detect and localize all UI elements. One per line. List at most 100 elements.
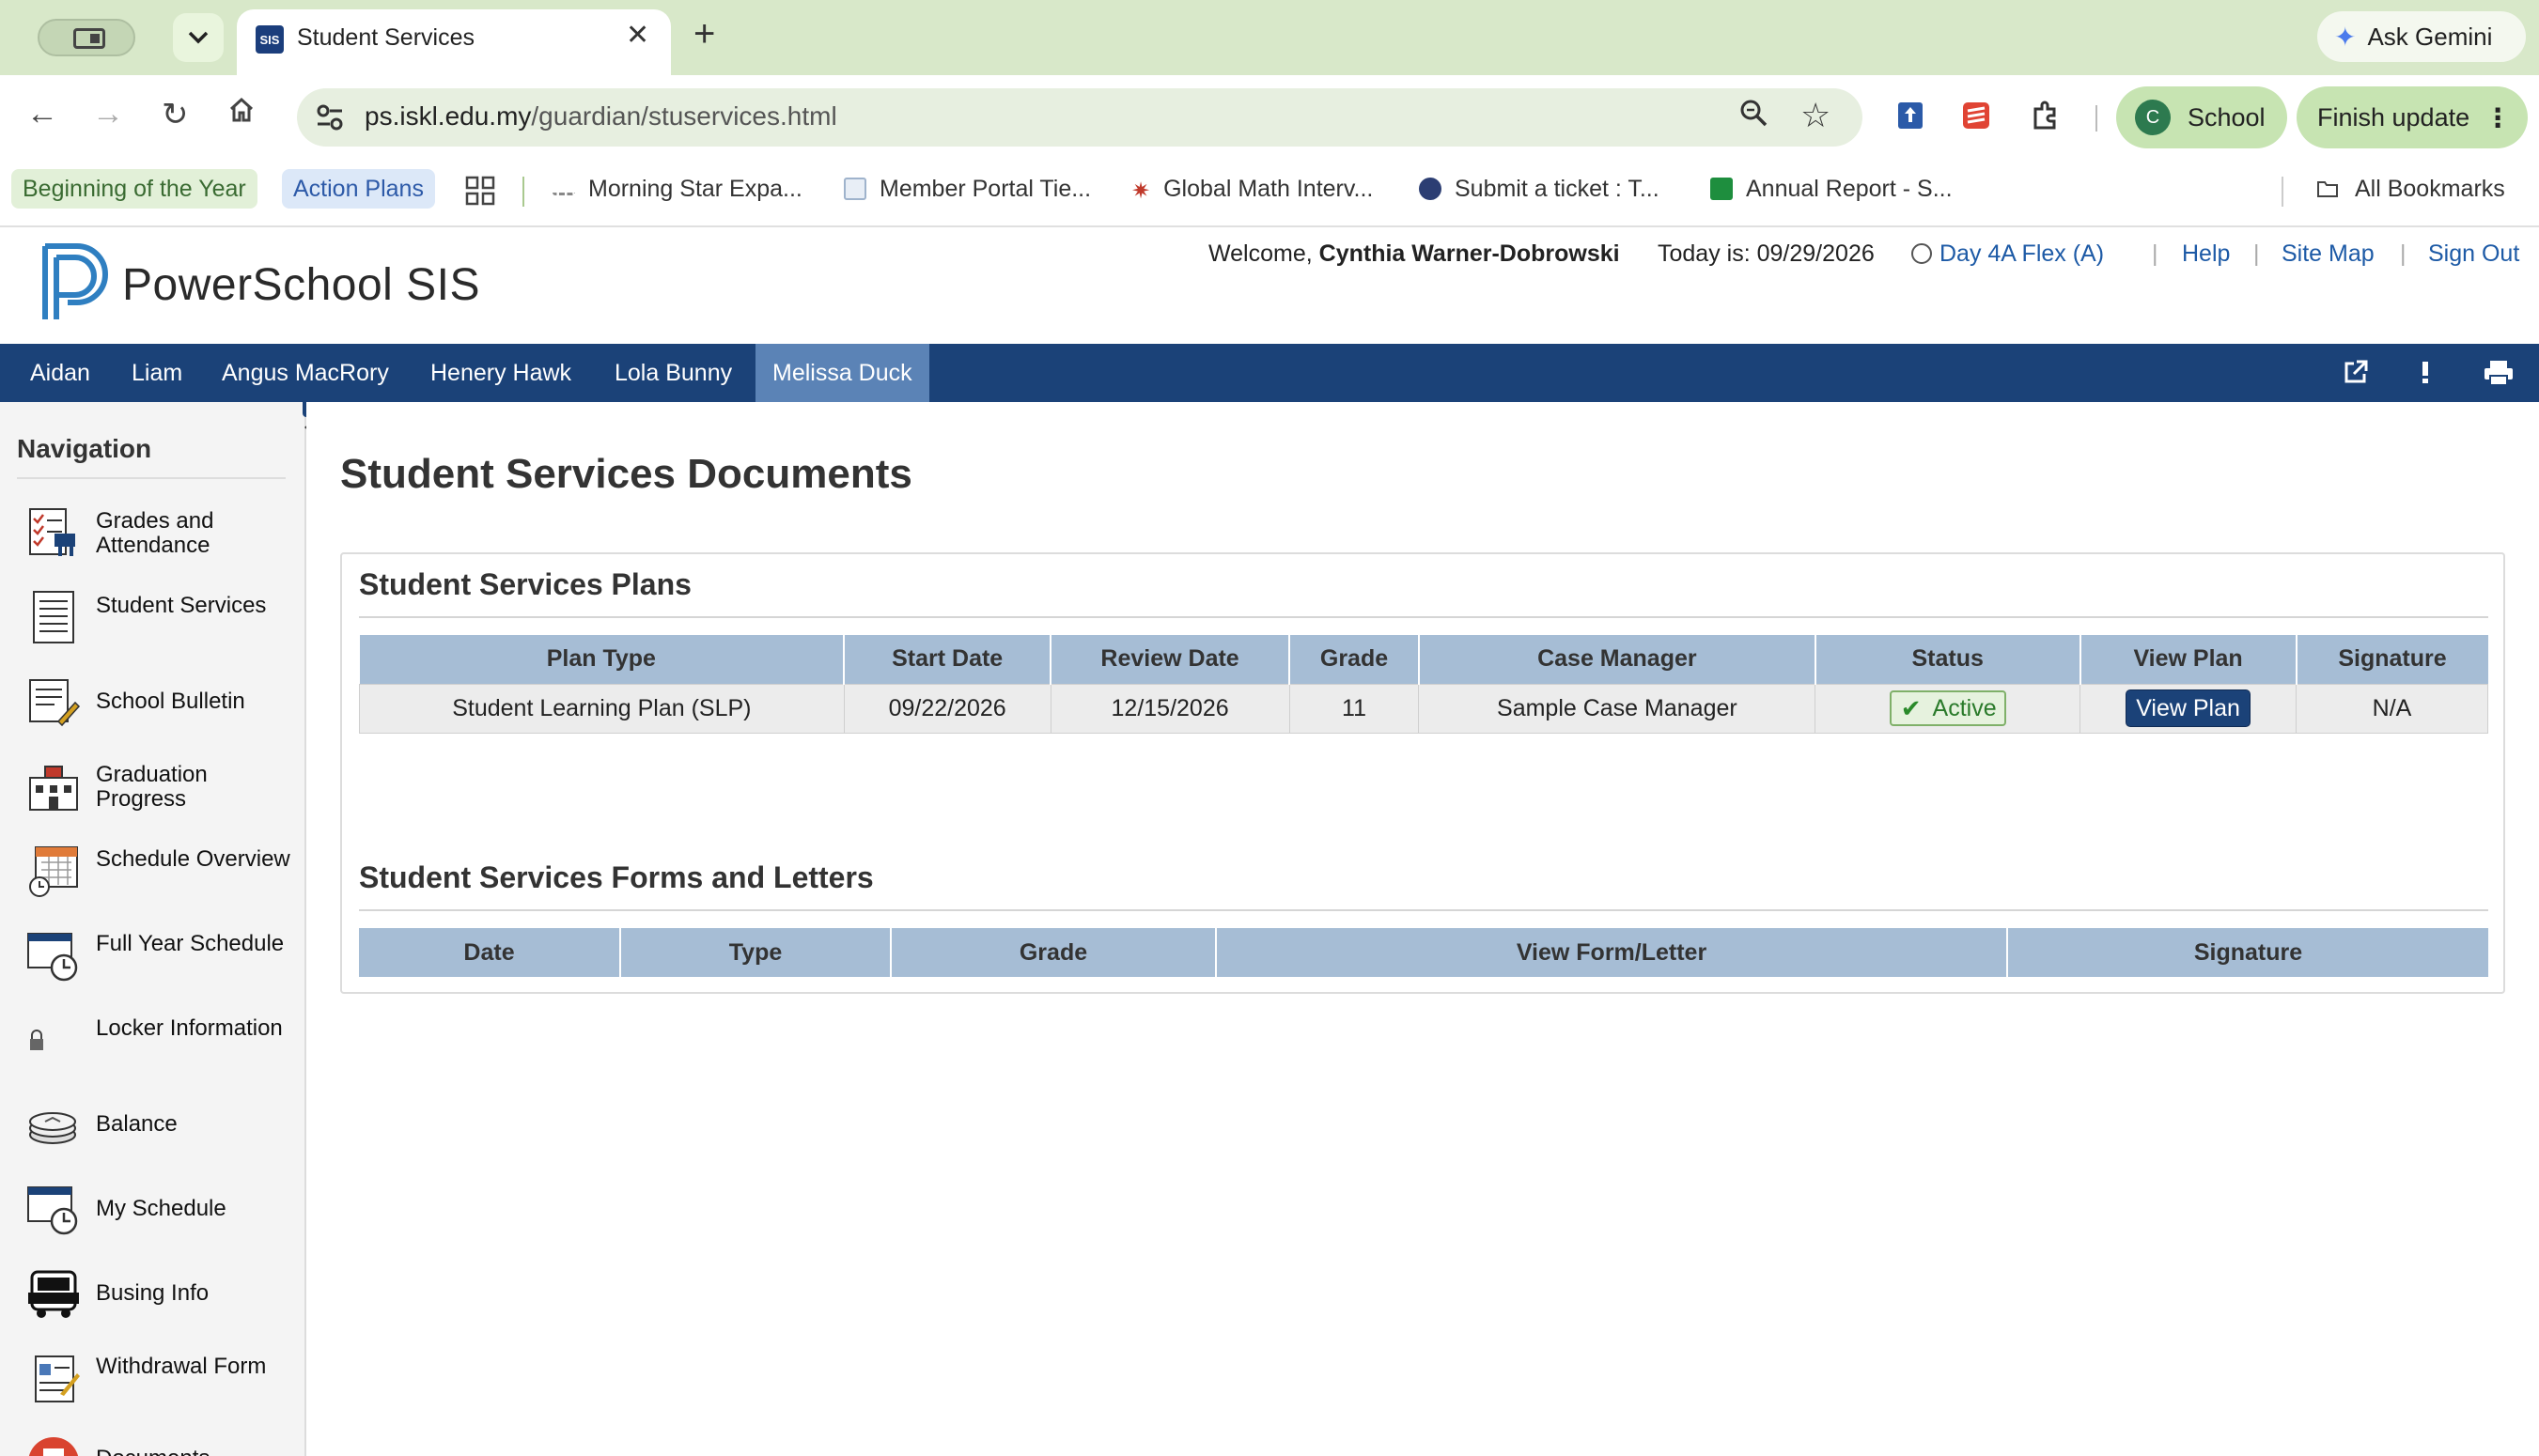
plans-header-row: Plan Type Start Date Review Date Grade C… — [359, 635, 2488, 684]
student-tab-henery-hawk[interactable]: Henery Hawk — [413, 344, 588, 402]
site-map-link[interactable]: Site Map — [2282, 240, 2375, 268]
bookmark-morning-star[interactable]: Morning Star Expa... — [541, 169, 814, 209]
ask-gemini-button[interactable]: ✦ Ask Gemini — [2317, 11, 2526, 62]
address-bar[interactable]: ps.iskl.edu.my/guardian/stuservices.html… — [297, 88, 1862, 147]
nav-item-school-bulletin[interactable]: School Bulletin — [0, 661, 306, 742]
bookmark-label: Submit a ticket : T... — [1455, 175, 1659, 202]
col-view-form-letter[interactable]: View Form/Letter — [1216, 928, 2008, 977]
nav-item-locker-information[interactable]: Locker Information — [0, 999, 306, 1080]
view-plan-button[interactable]: View Plan — [2126, 689, 2251, 727]
col-grade[interactable]: Grade — [1289, 635, 1420, 684]
extensions-puzzle-icon[interactable] — [2030, 100, 2062, 132]
site-settings-icon[interactable] — [314, 101, 346, 133]
bookmark-separator — [2282, 177, 2283, 207]
student-tab-angus-macrory[interactable]: Angus MacRory — [205, 344, 406, 402]
calendar-clock-icon — [29, 846, 78, 897]
nav-item-student-services[interactable]: Student Services — [0, 577, 306, 658]
finish-update-label: Finish update — [2317, 102, 2470, 132]
bookmark-submit-ticket[interactable]: Submit a ticket : T... — [1408, 169, 1671, 209]
col-type[interactable]: Type — [620, 928, 892, 977]
student-tab-lola-bunny[interactable]: Lola Bunny — [598, 344, 749, 402]
alert-icon[interactable] — [2411, 359, 2439, 387]
tab-groups-button[interactable] — [38, 19, 135, 56]
bookmark-member-portal[interactable]: Member Portal Tie... — [833, 169, 1102, 209]
nav-item-busing-info[interactable]: Busing Info — [0, 1253, 306, 1334]
header-separator: | — [2152, 240, 2158, 267]
print-icon[interactable] — [2483, 359, 2513, 387]
coins-balance-icon — [29, 1112, 76, 1144]
col-case-manager[interactable]: Case Manager — [1418, 635, 1816, 684]
nav-item-label: Balance — [96, 1111, 178, 1137]
gemini-sparkle-icon: ✦ — [2334, 22, 2357, 52]
sign-out-link[interactable]: Sign Out — [2428, 240, 2519, 268]
col-view-plan[interactable]: View Plan — [2079, 635, 2298, 684]
close-tab-icon[interactable]: ✕ — [626, 19, 649, 52]
profile-button[interactable]: C School — [2116, 86, 2287, 148]
col-plan-type[interactable]: Plan Type — [359, 635, 846, 684]
ask-gemini-label: Ask Gemini — [2367, 22, 2493, 51]
forms-header-row: Date Type Grade View Form/Letter Signatu… — [359, 928, 2488, 977]
reload-icon[interactable]: ↻ — [162, 96, 189, 133]
nav-item-label: School Bulletin — [96, 689, 245, 714]
plans-divider — [359, 616, 2488, 618]
col-signature[interactable]: Signature — [2296, 635, 2488, 684]
col-review-date[interactable]: Review Date — [1051, 635, 1291, 684]
sheets-icon — [1710, 178, 1733, 200]
student-services-document-icon — [33, 591, 74, 643]
student-tab-liam[interactable]: Liam — [115, 344, 199, 402]
col-status[interactable]: Status — [1815, 635, 2081, 684]
col-signature[interactable]: Signature — [2007, 928, 2488, 977]
logo-text: PowerSchool SIS — [122, 260, 481, 310]
student-tab-aidan[interactable]: Aidan — [13, 344, 107, 402]
bookmarks-bar: Beginning of the Year Action Plans Morni… — [0, 158, 2539, 227]
bookmark-global-math[interactable]: ✷ Global Math Interv... — [1120, 169, 1384, 209]
nav-item-label: Busing Info — [96, 1280, 210, 1306]
finish-update-button[interactable]: Finish update ⋮ — [2297, 86, 2528, 148]
star-burst-icon: ✷ — [1131, 178, 1151, 204]
forward-arrow-icon[interactable]: → — [92, 96, 124, 132]
browser-tab-bar: SIS Student Services ✕ + ✦ Ask Gemini — [0, 0, 2539, 75]
external-link-icon[interactable] — [2342, 359, 2370, 387]
extension-todoist-icon[interactable] — [1960, 100, 1992, 132]
col-grade[interactable]: Grade — [891, 928, 1217, 977]
nav-item-graduation-progress[interactable]: Graduation Progress — [0, 746, 306, 827]
col-date[interactable]: Date — [359, 928, 621, 977]
back-arrow-icon[interactable]: ← — [26, 96, 58, 132]
full-year-schedule-icon — [27, 933, 78, 982]
plans-table: Plan Type Start Date Review Date Grade C… — [359, 635, 2488, 734]
window-icon — [73, 28, 105, 49]
nav-item-schedule-overview[interactable]: Schedule Overview — [0, 830, 306, 911]
tab-search-button[interactable] — [173, 13, 224, 62]
bookmark-action-plans[interactable]: Action Plans — [282, 169, 435, 209]
bookmark-beginning-of-year[interactable]: Beginning of the Year — [11, 169, 257, 209]
nav-item-full-year-schedule[interactable]: Full Year Schedule — [0, 915, 306, 996]
nav-item-documents[interactable]: Documents — [0, 1422, 306, 1456]
apps-grid-icon[interactable] — [464, 175, 496, 211]
zoom-icon[interactable] — [1738, 98, 1768, 135]
student-services-container: Student Services Plans Plan Type Start D… — [340, 552, 2505, 994]
cell-plan-type: Student Learning Plan (SLP) — [359, 683, 845, 734]
table-row: Student Learning Plan (SLP) 09/22/2026 1… — [359, 683, 2488, 734]
col-start-date[interactable]: Start Date — [844, 635, 1052, 684]
nav-item-balance[interactable]: Balance — [0, 1084, 306, 1165]
bookmark-annual-report[interactable]: Annual Report - S... — [1699, 169, 1964, 209]
bookmark-star-icon[interactable]: ☆ — [1800, 96, 1830, 135]
dash-line-icon — [553, 182, 575, 195]
status-label: Active — [1932, 694, 1997, 721]
day-schedule-link[interactable]: Day 4A Flex (A) — [1911, 240, 2104, 268]
cell-case-manager: Sample Case Manager — [1418, 683, 1816, 734]
active-tab[interactable]: SIS Student Services ✕ — [237, 9, 671, 75]
nav-item-grades-attendance[interactable]: Grades and Attendance — [0, 492, 306, 573]
extension-upload-icon[interactable] — [1894, 100, 1926, 132]
forms-heading: Student Services Forms and Letters — [359, 860, 874, 894]
all-bookmarks-button[interactable]: All Bookmarks — [2302, 169, 2516, 209]
nav-item-my-schedule[interactable]: My Schedule — [0, 1169, 306, 1249]
cell-start-date: 09/22/2026 — [843, 683, 1051, 734]
page-title: Student Services Documents — [340, 451, 912, 497]
school-bulletin-icon — [29, 679, 81, 727]
help-link[interactable]: Help — [2182, 240, 2230, 268]
nav-item-withdrawal-form[interactable]: Withdrawal Form — [0, 1338, 306, 1418]
new-tab-button[interactable]: + — [693, 13, 715, 55]
home-icon[interactable] — [227, 96, 256, 132]
student-tab-melissa-duck[interactable]: Melissa Duck — [755, 344, 929, 402]
